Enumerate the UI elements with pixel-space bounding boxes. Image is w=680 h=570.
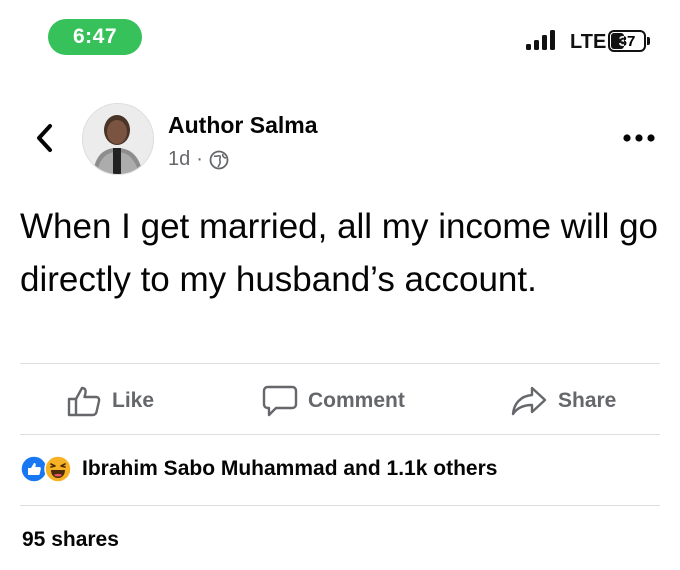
divider-top: [20, 363, 660, 364]
status-time: 6:47: [48, 19, 142, 55]
battery-percent: 37: [618, 32, 636, 50]
like-button[interactable]: Like: [66, 384, 154, 418]
comment-button[interactable]: Comment: [262, 384, 405, 418]
comment-icon: [262, 385, 298, 417]
globe-icon: [209, 150, 229, 169]
comment-label: Comment: [308, 389, 405, 412]
battery-icon: 37: [608, 30, 646, 52]
divider-middle: [20, 434, 660, 435]
back-chevron-icon[interactable]: [30, 120, 60, 156]
battery-tip: [647, 37, 650, 45]
reactions-summary[interactable]: Ibrahim Sabo Muhammad and 1.1k others: [20, 455, 497, 483]
post-text: When I get married, all my income will g…: [20, 207, 658, 299]
meta-separator: ·: [196, 148, 203, 170]
more-options-icon[interactable]: [622, 128, 656, 148]
post-meta: 1d ·: [168, 148, 229, 171]
signal-strength-icon: [526, 30, 555, 50]
shares-count[interactable]: 95 shares: [22, 528, 119, 552]
thumbs-up-icon: [67, 386, 101, 417]
network-type: LTE: [570, 31, 607, 53]
haha-reaction-icon: [44, 455, 72, 483]
post-age[interactable]: 1d: [168, 148, 190, 171]
share-button[interactable]: Share: [510, 384, 616, 418]
share-label: Share: [558, 389, 617, 412]
like-label: Like: [112, 389, 155, 412]
author-name[interactable]: Author Salma: [168, 112, 318, 139]
reactions-names[interactable]: Ibrahim Sabo Muhammad and 1.1k others: [82, 457, 497, 481]
share-arrow-icon: [511, 386, 547, 416]
author-avatar[interactable]: [82, 103, 154, 175]
avatar-image: [83, 104, 153, 174]
divider-bottom: [20, 505, 660, 506]
